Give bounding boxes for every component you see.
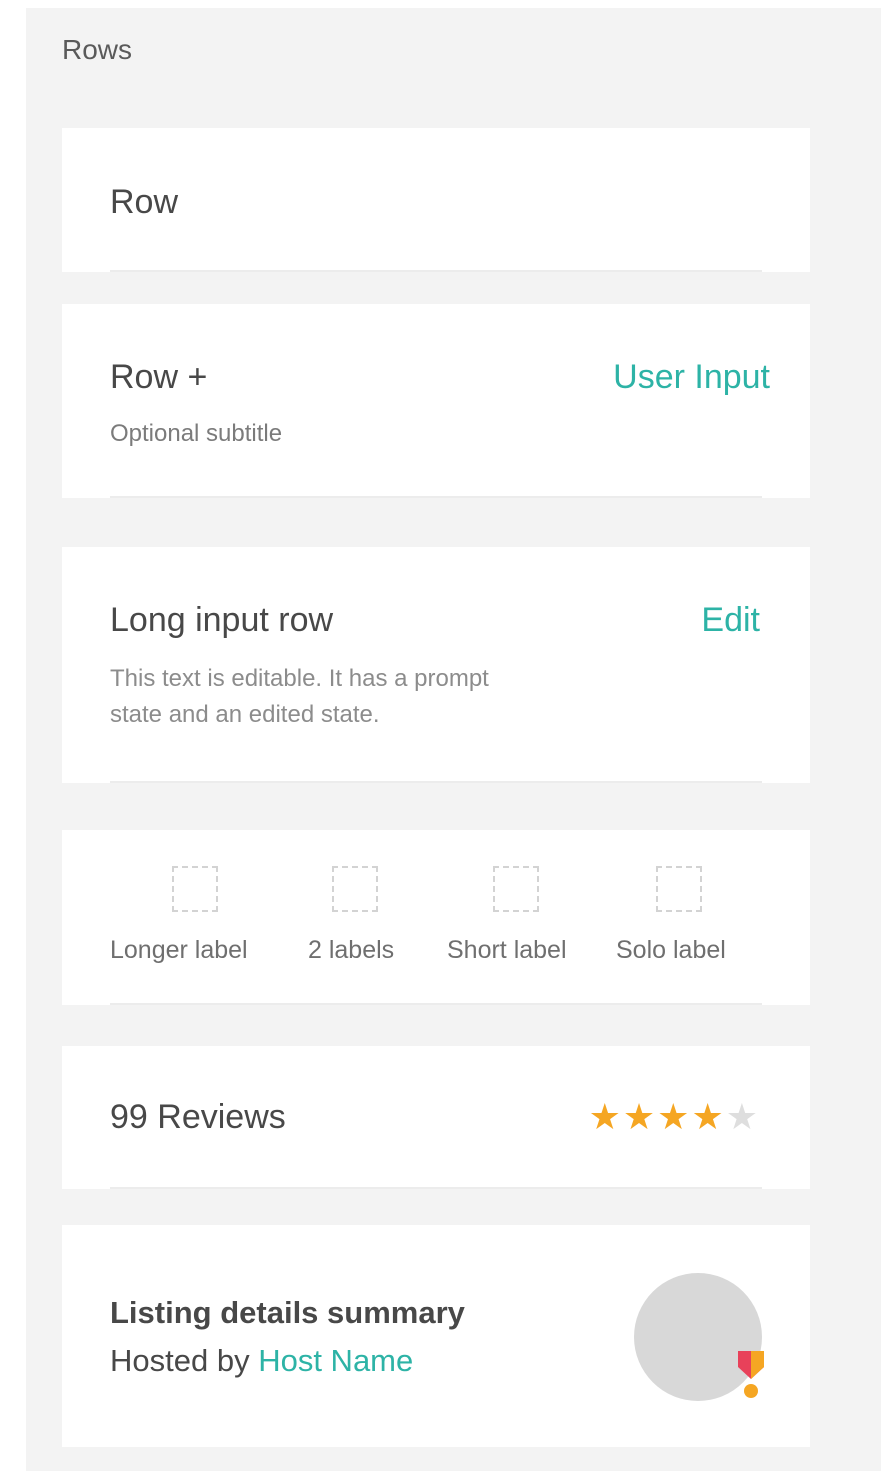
row-plus-subtitle: Optional subtitle <box>110 420 283 447</box>
reviews-row[interactable]: 99 Reviews ★★★★★ <box>62 1046 810 1189</box>
row-divider <box>110 781 762 783</box>
superhost-badge-icon <box>738 1351 764 1398</box>
host-name-link[interactable]: Host Name <box>258 1343 413 1378</box>
listing-title: Listing details summary <box>110 1295 465 1330</box>
star-icon: ★ <box>657 1096 692 1137</box>
hosted-by-line: Hosted by Host Name <box>110 1343 413 1379</box>
section-title: Rows <box>62 34 133 65</box>
hosted-by-prefix: Hosted by <box>110 1343 259 1378</box>
checkbox-label: 2 labels <box>308 936 395 964</box>
star-icon: ★ <box>725 1096 760 1137</box>
row-simple[interactable]: Row <box>62 128 810 272</box>
checkbox-row: Longer label 2 labels Short label Solo l… <box>62 830 810 1005</box>
checkbox-label: Short label <box>447 936 567 964</box>
checkbox-icon[interactable] <box>332 866 378 912</box>
long-input-description-line2: state and an edited state. <box>110 701 380 728</box>
edit-button[interactable]: Edit <box>701 601 760 640</box>
row-plus-title: Row + <box>110 358 208 396</box>
star-icon: ★ <box>588 1096 623 1137</box>
star-icon: ★ <box>622 1096 658 1137</box>
long-input-title: Long input row <box>110 601 334 639</box>
long-input-row[interactable]: Long input row Edit This text is editabl… <box>62 547 810 783</box>
checkbox-icon[interactable] <box>172 866 218 912</box>
row-divider <box>110 1003 762 1005</box>
row-divider <box>110 270 762 272</box>
reviews-label: 99 Reviews <box>110 1098 286 1136</box>
star-icon: ★ <box>691 1096 726 1137</box>
row-divider <box>110 496 762 498</box>
row-divider <box>110 1187 762 1189</box>
row-title: Row <box>110 183 179 221</box>
row-plus[interactable]: Row + Optional subtitle User Input <box>62 304 810 498</box>
long-input-description-line1: This text is editable. It has a prompt <box>110 665 489 692</box>
listing-details-row[interactable]: Listing details summary Hosted by Host N… <box>62 1225 810 1447</box>
star-rating: ★★★★★ <box>589 1096 760 1138</box>
checkbox-icon[interactable] <box>656 866 702 912</box>
checkbox-icon[interactable] <box>493 866 539 912</box>
checkbox-label: Solo label <box>616 936 726 964</box>
checkbox-label: Longer label <box>110 936 248 964</box>
user-input-button[interactable]: User Input <box>613 358 770 397</box>
